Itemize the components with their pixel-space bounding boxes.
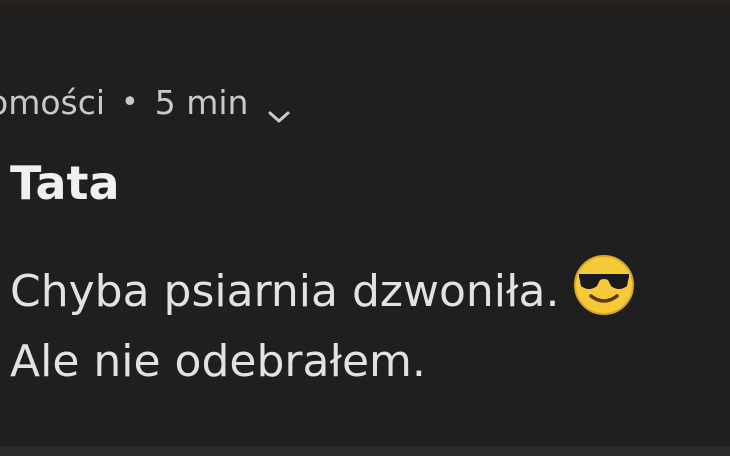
notification-card[interactable]: omości • 5 min Tata Chyba psiarnia dzwon… (0, 10, 730, 446)
notification-time: 5 min (154, 82, 249, 122)
chevron-down-icon[interactable] (266, 95, 292, 123)
sunglasses-face-icon (573, 254, 635, 316)
app-name: omości (0, 82, 106, 122)
separator-dot: • (121, 84, 139, 120)
status-bar-edge (0, 0, 730, 10)
card-bottom-edge (0, 446, 730, 456)
message-line-2: Ale nie odebrałem. (10, 336, 426, 387)
sender-name: Tata (10, 156, 120, 210)
message-line-1: Chyba psiarnia dzwoniła. (10, 254, 635, 317)
message-text-1: Chyba psiarnia dzwoniła. (10, 266, 560, 317)
notification-header: omości • 5 min (0, 80, 292, 124)
